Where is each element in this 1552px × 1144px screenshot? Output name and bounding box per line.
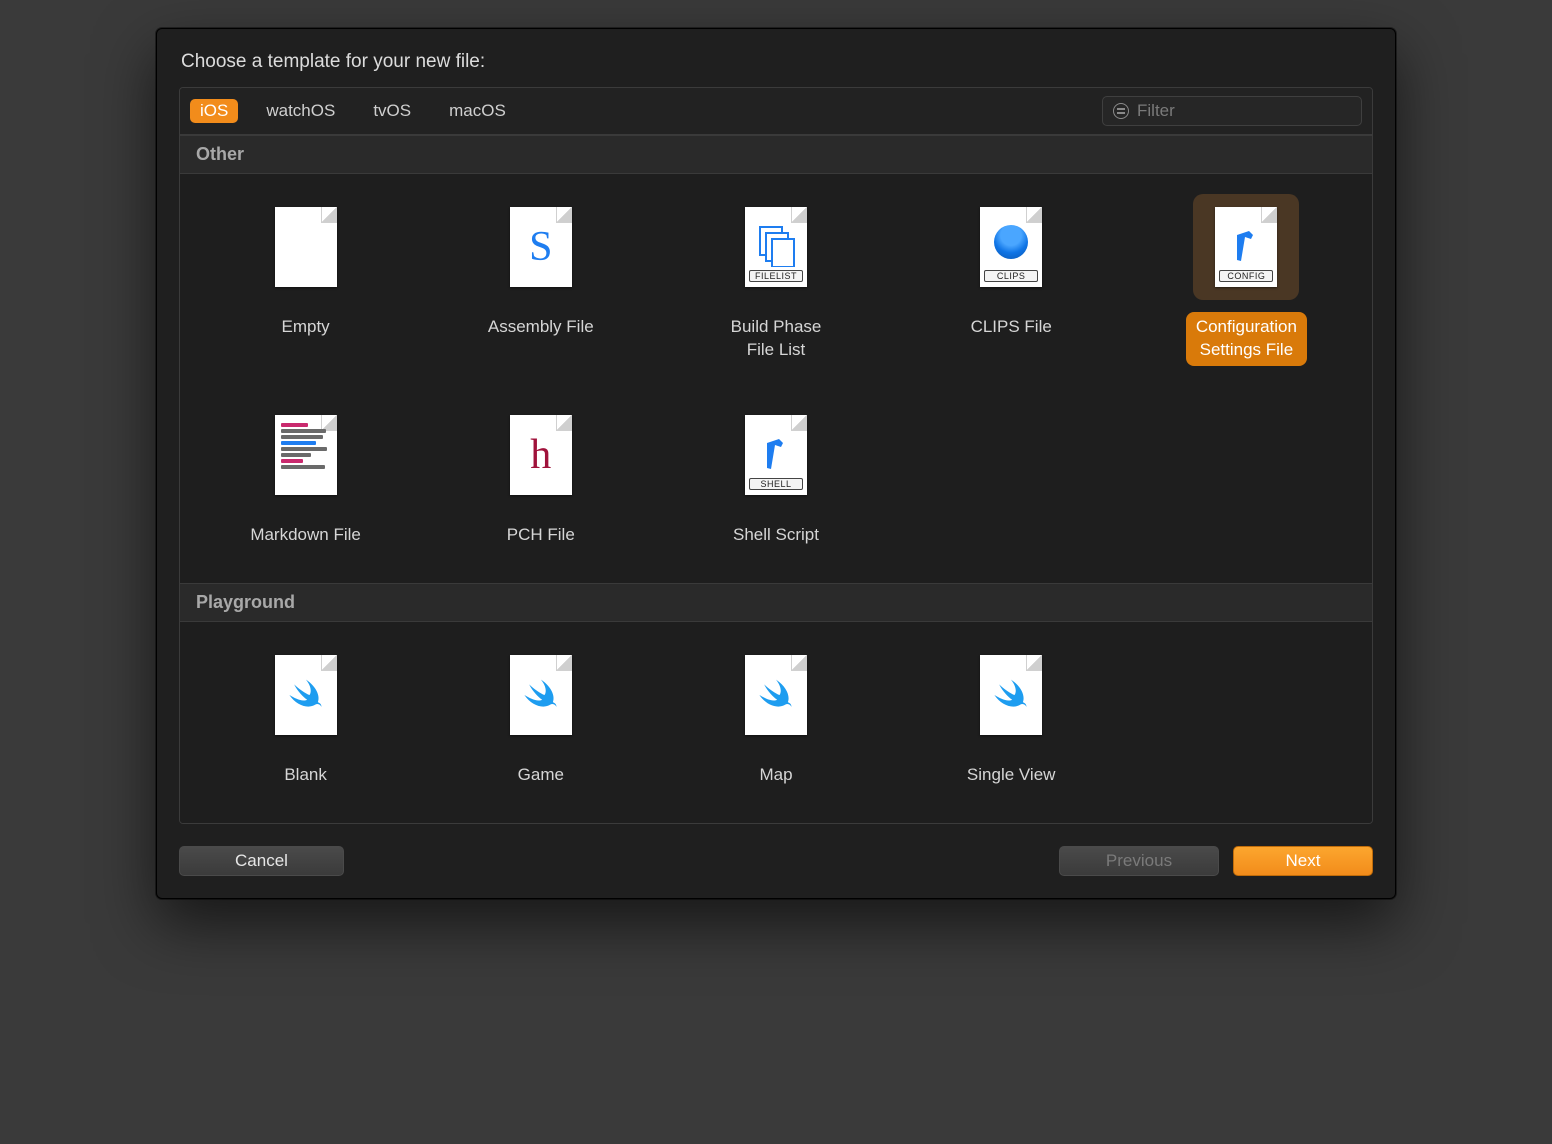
file-icon: [510, 655, 572, 735]
filter-field[interactable]: [1102, 96, 1362, 126]
clips-icon: [994, 225, 1028, 259]
file-icon: CONFIG: [1215, 207, 1277, 287]
markdown-icon: [281, 423, 331, 469]
template-assembly-file[interactable]: S Assembly File: [423, 190, 658, 370]
template-label: CLIPS File: [961, 312, 1062, 343]
icon-tag: SHELL: [749, 478, 803, 490]
tab-tvos[interactable]: tvOS: [363, 99, 421, 123]
filelist-icon: [754, 223, 798, 267]
swift-icon: [992, 676, 1030, 714]
icon-tag: CLIPS: [984, 270, 1038, 282]
template-configuration-settings-file[interactable]: CONFIG Configuration Settings File: [1129, 190, 1364, 370]
file-icon: [275, 655, 337, 735]
file-icon: h: [510, 415, 572, 495]
footer: Cancel Previous Next: [179, 846, 1373, 876]
file-icon: [745, 655, 807, 735]
platform-tabbar: iOS watchOS tvOS macOS: [180, 88, 1372, 135]
hammer-icon: [761, 435, 791, 475]
template-label: Map: [749, 760, 802, 791]
file-icon: S: [510, 207, 572, 287]
section-header-playground: Playground: [180, 583, 1372, 622]
previous-button[interactable]: Previous: [1059, 846, 1219, 876]
template-label: Configuration Settings File: [1186, 312, 1307, 366]
icon-tag: CONFIG: [1219, 270, 1273, 282]
tab-watchos[interactable]: watchOS: [256, 99, 345, 123]
template-empty[interactable]: Empty: [188, 190, 423, 370]
grid-playground: Blank Game Map Single View: [180, 622, 1372, 823]
file-icon: SHELL: [745, 415, 807, 495]
swift-icon: [287, 676, 325, 714]
next-button[interactable]: Next: [1233, 846, 1373, 876]
file-icon: [275, 207, 337, 287]
tab-macos[interactable]: macOS: [439, 99, 516, 123]
tab-ios[interactable]: iOS: [190, 99, 238, 123]
file-icon: [275, 415, 337, 495]
hammer-icon: [1231, 227, 1261, 267]
section-header-other: Other: [180, 135, 1372, 174]
template-map[interactable]: Map: [658, 638, 893, 795]
template-label: Empty: [272, 312, 340, 343]
icon-tag: FILELIST: [749, 270, 803, 282]
template-pch-file[interactable]: h PCH File: [423, 398, 658, 555]
template-clips-file[interactable]: CLIPS CLIPS File: [894, 190, 1129, 370]
template-single-view[interactable]: Single View: [894, 638, 1129, 795]
grid-other: Empty S Assembly File FILELIST Build Pha…: [180, 174, 1372, 583]
template-label: Assembly File: [478, 312, 604, 343]
swift-icon: [757, 676, 795, 714]
template-panel: iOS watchOS tvOS macOS Other Empty S Ass…: [179, 87, 1373, 824]
template-label: Game: [508, 760, 574, 791]
swift-icon: [522, 676, 560, 714]
filter-input[interactable]: [1137, 101, 1351, 121]
template-label: Markdown File: [240, 520, 371, 551]
file-icon: FILELIST: [745, 207, 807, 287]
cancel-button[interactable]: Cancel: [179, 846, 344, 876]
template-label: Build Phase File List: [721, 312, 832, 366]
template-markdown-file[interactable]: Markdown File: [188, 398, 423, 555]
template-label: Shell Script: [723, 520, 829, 551]
filter-icon: [1113, 103, 1129, 119]
template-label: PCH File: [497, 520, 585, 551]
template-label: Blank: [274, 760, 337, 791]
sheet-title: Choose a template for your new file:: [181, 51, 1371, 73]
template-shell-script[interactable]: SHELL Shell Script: [658, 398, 893, 555]
template-build-phase-file-list[interactable]: FILELIST Build Phase File List: [658, 190, 893, 370]
file-icon: CLIPS: [980, 207, 1042, 287]
template-blank[interactable]: Blank: [188, 638, 423, 795]
template-game[interactable]: Game: [423, 638, 658, 795]
new-file-sheet: Choose a template for your new file: iOS…: [156, 28, 1396, 899]
file-icon: [980, 655, 1042, 735]
template-label: Single View: [957, 760, 1066, 791]
